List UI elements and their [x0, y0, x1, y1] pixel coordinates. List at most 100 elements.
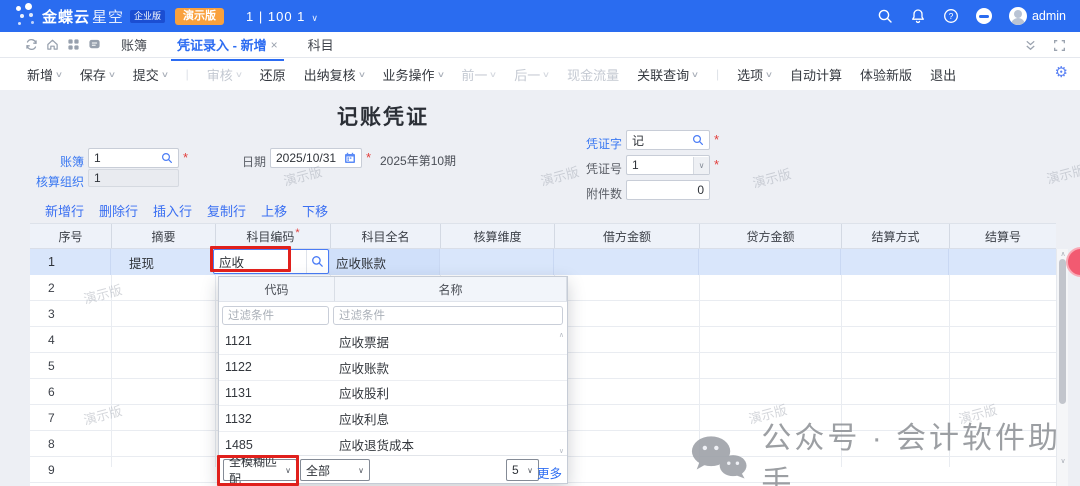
code-filter-input[interactable]	[222, 306, 329, 325]
search-icon[interactable]	[161, 152, 173, 164]
home-icon[interactable]	[46, 38, 59, 51]
column-header-credit: 贷方金额	[699, 224, 841, 248]
audit-button[interactable]: 审核∨	[207, 65, 242, 84]
wechat-watermark-text: 公众号 · 会计软件助手	[761, 413, 1080, 486]
row1-account-name-cell[interactable]: 应收账款	[330, 249, 440, 275]
account-option[interactable]: 1132应收利息	[219, 406, 567, 432]
chevron-down-icon: ∨	[436, 70, 444, 79]
column-header-account-name: 科目全名	[330, 224, 440, 248]
annotation-box-match-mode	[217, 455, 299, 486]
row1-settle-method-cell[interactable]	[841, 249, 949, 275]
page-size-select[interactable]: 5∨	[506, 459, 539, 481]
row1-credit-cell[interactable]	[699, 249, 841, 275]
account-book-label[interactable]: 账簿	[40, 153, 84, 170]
add-row-link[interactable]: 新增行	[45, 201, 84, 220]
tab-account-books[interactable]: 账簿	[121, 35, 147, 54]
required-asterisk: *	[714, 132, 719, 147]
more-link[interactable]: 更多	[537, 463, 562, 482]
cashier-review-button[interactable]: 出纳复核∨	[304, 65, 365, 84]
exit-button[interactable]: 退出	[930, 65, 956, 84]
next-button[interactable]: 后一∨	[514, 65, 549, 84]
options-button[interactable]: 选项∨	[737, 65, 772, 84]
accounting-org-label[interactable]: 核算组织	[36, 173, 84, 190]
search-icon[interactable]	[306, 250, 328, 273]
cash-flow-button[interactable]: 现金流量	[567, 65, 619, 84]
row1-summary-cell[interactable]: 提现	[111, 249, 215, 275]
scroll-up-icon[interactable]: ∧	[559, 331, 564, 339]
row1-dimension-cell[interactable]	[440, 249, 554, 275]
demo-badge: 演示版	[175, 8, 224, 25]
account-option[interactable]: 1121应收票据	[219, 329, 567, 355]
voucher-no-input[interactable]: 1 ∨	[626, 155, 710, 175]
wechat-watermark: 公众号 · 会计软件助手	[690, 413, 1080, 486]
chevron-down-icon: ∨	[161, 70, 169, 79]
kingdee-logo-icon	[0, 0, 42, 32]
try-new-version-button[interactable]: 体验新版	[860, 65, 912, 84]
apps-grid-icon[interactable]	[67, 38, 80, 51]
voucher-no-label: 凭证号	[584, 160, 622, 177]
scrollbar-thumb[interactable]	[1059, 259, 1066, 404]
search-icon[interactable]	[692, 134, 704, 146]
auto-calculate-button[interactable]: 自动计算	[790, 65, 842, 84]
voucher-word-input[interactable]: 记	[626, 130, 710, 150]
message-icon[interactable]	[88, 38, 101, 51]
business-operation-button[interactable]: 业务操作∨	[383, 65, 444, 84]
scroll-down-icon[interactable]: ∨	[559, 447, 564, 455]
column-header-account-code: 科目编码*	[215, 224, 330, 248]
demo-watermark: 演示版	[750, 163, 793, 191]
name-filter-input[interactable]	[333, 306, 563, 325]
row1-debit-cell[interactable]	[554, 249, 699, 275]
column-header-summary: 摘要	[111, 224, 215, 248]
dropdown-filter-row	[219, 302, 567, 329]
account-lookup-dropdown: 代码 名称 1121应收票据 1122应收账款 1131应收股利 1132应收利…	[218, 276, 568, 484]
delete-row-link[interactable]: 删除行	[99, 201, 138, 220]
move-up-link[interactable]: 上移	[261, 201, 287, 220]
help-icon[interactable]: ?	[943, 8, 959, 24]
double-chevron-down-icon[interactable]	[1024, 39, 1037, 52]
copy-row-link[interactable]: 复制行	[207, 201, 246, 220]
date-label: 日期	[240, 153, 266, 170]
calendar-icon[interactable]	[344, 152, 356, 164]
collapse-circle-icon[interactable]	[976, 8, 992, 24]
save-button[interactable]: 保存∨	[80, 65, 115, 84]
row1-settle-no-cell[interactable]	[949, 249, 1056, 275]
close-icon[interactable]: ×	[271, 38, 278, 52]
attachments-input[interactable]: 0	[626, 180, 710, 200]
tab-voucher-entry-new[interactable]: 凭证录入 - 新增×	[177, 35, 278, 54]
chevron-down-icon: ∨	[765, 70, 773, 79]
refresh-icon[interactable]	[25, 38, 38, 51]
row1-seq-cell[interactable]: 1	[30, 249, 111, 275]
fullscreen-icon[interactable]	[1053, 39, 1066, 52]
grid-header: 序号 摘要 科目编码* 科目全名 核算维度 借方金额 贷方金额 结算方式 结算号	[30, 223, 1056, 249]
org-switcher[interactable]: 1 | 100 1∨	[246, 9, 319, 24]
user-menu[interactable]: admin	[1009, 7, 1066, 25]
account-book-input[interactable]: 1	[88, 148, 179, 168]
tab-accounts[interactable]: 科目	[308, 35, 334, 54]
voucher-word-label[interactable]: 凭证字	[584, 135, 622, 152]
move-down-link[interactable]: 下移	[302, 201, 328, 220]
account-option[interactable]: 1131应收股利	[219, 381, 567, 407]
chevron-down-icon: ∨	[55, 70, 63, 79]
edition-badge: 企业版	[130, 10, 165, 23]
category-select[interactable]: 全部∨	[300, 459, 370, 481]
chevron-down-icon[interactable]: ∨	[693, 157, 709, 174]
accounting-org-input: 1	[88, 169, 179, 187]
gear-icon[interactable]: ⚙	[1055, 65, 1068, 81]
related-query-button[interactable]: 关联查询∨	[637, 65, 698, 84]
account-option[interactable]: 1122应收账款	[219, 355, 567, 381]
new-button[interactable]: 新增∨	[27, 65, 62, 84]
required-asterisk: *	[183, 150, 188, 165]
row-actions: 新增行 删除行 插入行 复制行 上移 下移	[45, 201, 328, 220]
dropdown-list: 1121应收票据 1122应收账款 1131应收股利 1132应收利息 1485…	[219, 329, 567, 458]
insert-row-link[interactable]: 插入行	[153, 201, 192, 220]
restore-button[interactable]: 还原	[260, 65, 286, 84]
demo-watermark: 演示版	[538, 161, 581, 189]
search-icon[interactable]	[877, 8, 893, 24]
notification-bell-icon[interactable]	[910, 8, 926, 24]
chevron-down-icon: ∨	[542, 70, 550, 79]
chevron-down-icon: ∨	[108, 70, 116, 79]
previous-button[interactable]: 前一∨	[461, 65, 496, 84]
submit-button[interactable]: 提交∨	[133, 65, 168, 84]
column-header-dimension: 核算维度	[440, 224, 554, 248]
grid-row-1-selected[interactable]: 1 提现 应收 应收账款	[30, 249, 1056, 275]
